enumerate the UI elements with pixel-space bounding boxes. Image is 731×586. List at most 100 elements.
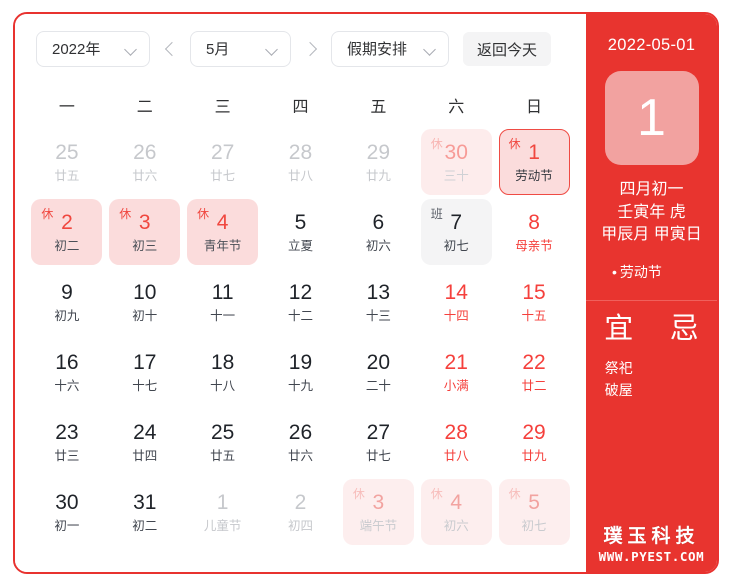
day-lunar-label: 廿三: [54, 448, 80, 463]
day-lunar-label: 廿五: [54, 168, 80, 183]
day-cell[interactable]: 9 初九: [28, 267, 106, 337]
month-select[interactable]: 5月: [190, 31, 291, 67]
day-number: 5: [528, 490, 540, 514]
day-cell[interactable]: 休 2 初二: [28, 197, 106, 267]
day-cell[interactable]: 19 十九: [262, 337, 340, 407]
day-cell-inner: 11 十一: [187, 269, 258, 335]
detail-lunar-day: 四月初一: [619, 181, 684, 198]
prev-month-button[interactable]: [159, 34, 181, 64]
day-number: 14: [444, 280, 468, 304]
day-number: 4: [450, 490, 463, 514]
day-cell[interactable]: 6 初六: [339, 197, 417, 267]
day-cell-inner: 28 廿八: [265, 129, 336, 195]
day-cell[interactable]: 29 廿九: [339, 127, 417, 197]
day-cell[interactable]: 11 十一: [184, 267, 262, 337]
day-cell[interactable]: 班 7 初七: [417, 197, 495, 267]
detail-ganzhi-month-day: 甲辰月 甲寅日: [601, 226, 702, 244]
day-cell[interactable]: 20 二十: [339, 337, 417, 407]
work-badge: 班: [430, 207, 443, 221]
chevron-down-icon: [266, 43, 279, 56]
day-cell[interactable]: 23 廿三: [28, 407, 106, 477]
day-lunar-label: 十八: [210, 378, 236, 393]
day-cell[interactable]: 5 立夏: [262, 197, 340, 267]
day-cell[interactable]: 休 30 三十: [417, 127, 495, 197]
day-lunar-label: 十四: [443, 308, 469, 323]
day-cell[interactable]: 25 廿五: [28, 127, 106, 197]
calendar-widget: 2022年 5月 假期安排 返回今天 一 二 三 四 五 六 日 25 廿五 2…: [13, 12, 719, 574]
next-month-button[interactable]: [300, 34, 322, 64]
day-cell[interactable]: 17 十七: [106, 337, 184, 407]
day-cell[interactable]: 14 十四: [417, 267, 495, 337]
weekday-fri: 五: [370, 99, 387, 116]
day-cell[interactable]: 26 廿六: [106, 127, 184, 197]
day-cell[interactable]: 休 3 初三: [106, 197, 184, 267]
day-lunar-label: 小满: [443, 378, 469, 393]
month-select-value: 5月: [206, 40, 230, 58]
day-cell[interactable]: 2 初四: [262, 477, 340, 547]
day-cell-inner: 26 廿六: [265, 409, 336, 475]
day-cell-inner: 15 十五: [499, 269, 570, 335]
day-number: 9: [61, 280, 73, 304]
day-cell[interactable]: 21 小满: [417, 337, 495, 407]
day-number: 12: [288, 280, 313, 304]
day-lunar-label: 母亲节: [515, 238, 553, 253]
day-cell[interactable]: 28 廿八: [262, 127, 340, 197]
bullet-icon: •: [612, 264, 617, 281]
day-lunar-label: 廿七: [365, 448, 391, 463]
day-cell[interactable]: 26 廿六: [262, 407, 340, 477]
detail-ganzhi-year: 壬寅年 虎: [617, 203, 686, 221]
day-cell[interactable]: 30 初一: [28, 477, 106, 547]
day-cell[interactable]: 1 儿童节: [184, 477, 262, 547]
year-select[interactable]: 2022年: [36, 31, 150, 67]
day-number: 13: [366, 280, 391, 304]
day-lunar-label: 廿六: [287, 448, 313, 463]
day-cell[interactable]: 29 廿九: [495, 407, 573, 477]
day-lunar-label: 初十: [132, 308, 158, 323]
weekday-tue: 二: [136, 99, 153, 116]
day-number: 2: [294, 490, 307, 514]
weekday-header: 一 二 三 四 五 六 日: [28, 87, 573, 121]
ji-column: 忌: [652, 312, 718, 402]
day-cell[interactable]: 13 十三: [339, 267, 417, 337]
day-lunar-label: 初九: [54, 308, 80, 323]
day-cell[interactable]: 31 初二: [106, 477, 184, 547]
holiday-arrangement-select[interactable]: 假期安排: [331, 31, 449, 67]
day-cell[interactable]: 休 5 初七: [495, 477, 573, 547]
day-cell[interactable]: 22 廿二: [495, 337, 573, 407]
day-cell-inner: 26 廿六: [109, 129, 180, 195]
weekday-sun: 日: [526, 99, 543, 116]
day-cell[interactable]: 休 4 初六: [417, 477, 495, 547]
day-cell[interactable]: 24 廿四: [106, 407, 184, 477]
day-lunar-label: 劳动节: [515, 168, 553, 183]
day-cell[interactable]: 15 十五: [495, 267, 573, 337]
calendar-toolbar: 2022年 5月 假期安排 返回今天: [15, 14, 586, 67]
day-cell-inner: 27 廿七: [187, 129, 258, 195]
back-to-today-button[interactable]: 返回今天: [463, 32, 552, 66]
day-cell[interactable]: 8 母亲节: [495, 197, 573, 267]
day-cell[interactable]: 休 1 劳动节: [495, 127, 573, 197]
day-cell[interactable]: 10 初十: [106, 267, 184, 337]
rest-badge: 休: [508, 487, 521, 501]
rest-badge: 休: [430, 137, 443, 151]
day-number: 27: [366, 420, 391, 444]
day-cell[interactable]: 休 3 端午节: [339, 477, 417, 547]
day-cell[interactable]: 27 廿七: [339, 407, 417, 477]
day-cell[interactable]: 16 十六: [28, 337, 106, 407]
day-cell[interactable]: 休 4 青年节: [184, 197, 262, 267]
day-cell[interactable]: 12 十二: [262, 267, 340, 337]
day-cell-inner: 18 十八: [187, 339, 258, 405]
day-number: 23: [55, 420, 79, 444]
yi-title: 宜: [604, 312, 634, 345]
day-cell-inner: 25 廿五: [187, 409, 258, 475]
day-cell[interactable]: 27 廿七: [184, 127, 262, 197]
ji-title: 忌: [669, 312, 699, 345]
day-number: 20: [366, 350, 391, 374]
day-cell-inner: 14 十四: [421, 269, 492, 335]
day-lunar-label: 立夏: [287, 238, 313, 253]
day-cell[interactable]: 18 十八: [184, 337, 262, 407]
day-cell[interactable]: 25 廿五: [184, 407, 262, 477]
day-cell-inner: 6 初六: [343, 199, 414, 265]
chevron-down-icon: [424, 43, 437, 56]
day-cell[interactable]: 28 廿八: [417, 407, 495, 477]
day-lunar-label: 廿九: [365, 168, 391, 183]
